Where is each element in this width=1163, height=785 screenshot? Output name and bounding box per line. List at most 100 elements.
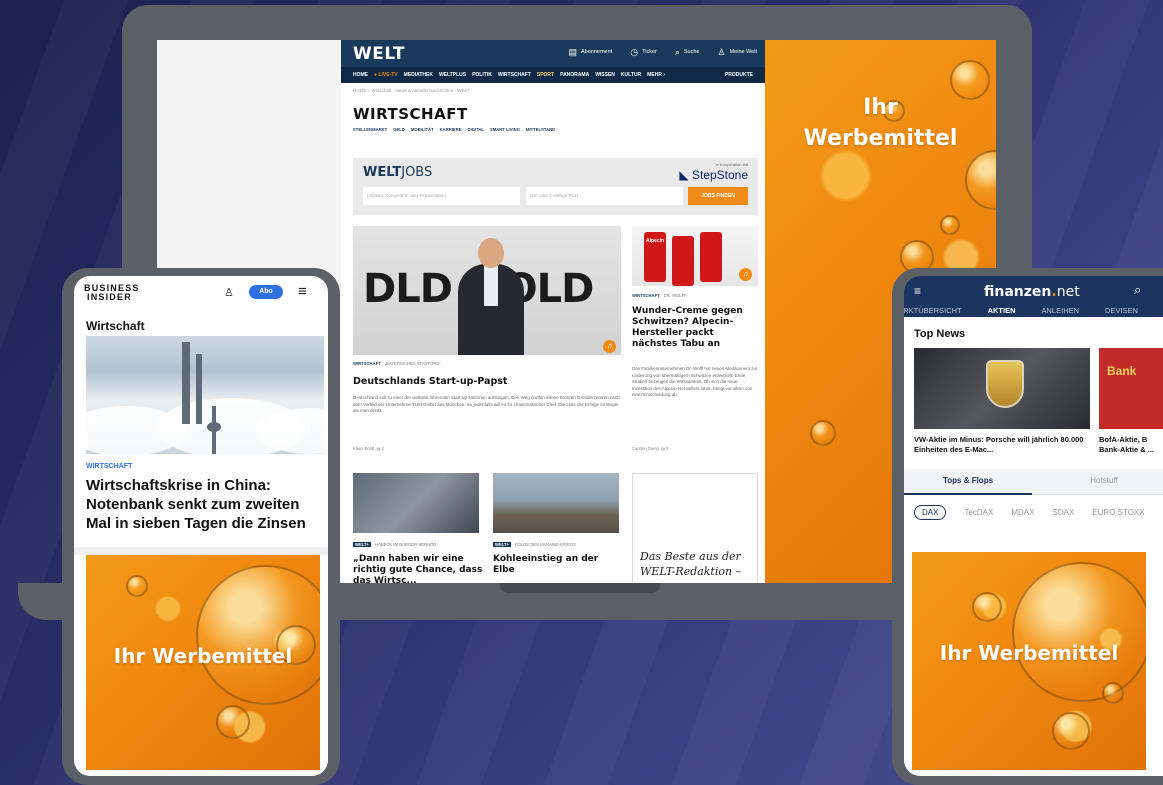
- headphones-icon[interactable]: ♫: [739, 268, 752, 281]
- ad-label-line1: Ihr: [863, 95, 898, 120]
- subnav-smart-living[interactable]: SMART LIVING: [490, 127, 520, 132]
- nav-wirtschaft[interactable]: WIRTSCHAFT: [498, 72, 531, 78]
- nav-kultur[interactable]: KULTUR: [621, 72, 641, 78]
- best-of-box[interactable]: Das Beste aus der WELT-Redaktion –: [632, 473, 758, 583]
- side-article-image[interactable]: Alpecin ♫: [632, 226, 758, 286]
- hamburger-menu-icon[interactable]: ≡: [298, 283, 307, 300]
- side-teaser: Das Familienunternehmen Dr. Wolff hat ne…: [632, 366, 758, 397]
- job-location-input[interactable]: (Ort oder 5-stellige PLZ): [526, 187, 683, 205]
- card1-headline[interactable]: „Dann haben wir eine richtig gute Chance…: [353, 554, 483, 583]
- tab-anleihen[interactable]: ANLEIHEN: [1042, 306, 1080, 322]
- subnav-digital[interactable]: DIGITAL: [468, 127, 484, 132]
- news2-headline[interactable]: BofA-Aktie, B Bank-Aktie & ...: [1099, 435, 1163, 455]
- search-icon: ⌕: [674, 47, 680, 57]
- phone-right-screen: ≡ finanzen.net ⌕ MARKTÜBERSICHT AKTIEN A…: [904, 276, 1163, 776]
- chip-tecdax[interactable]: TecDAX: [964, 508, 993, 517]
- divider: [74, 547, 328, 555]
- subnav-karriere[interactable]: KARRIERE: [440, 127, 462, 132]
- nav-mehr[interactable]: MEHR ›: [647, 72, 665, 78]
- chip-dax[interactable]: DAX: [914, 505, 947, 520]
- chip-euro-stoxx[interactable]: EURO STOXX: [1092, 508, 1144, 517]
- phone-left: BUSINESS INSIDER ♙ Abo ≡ Wirtschaft WIRTS…: [62, 268, 340, 785]
- hero-image[interactable]: DLD OLD ♫: [353, 226, 621, 355]
- nav-sport[interactable]: SPORT: [537, 72, 554, 78]
- topnav-meine-welt[interactable]: ♙ Meine Welt: [717, 47, 758, 57]
- welt-logo[interactable]: WELT: [353, 44, 405, 64]
- business-insider-logo[interactable]: BUSINESS INSIDER: [84, 284, 140, 302]
- bubble-decoration: [1102, 682, 1124, 704]
- phone-right: ≡ finanzen.net ⌕ MARKTÜBERSICHT AKTIEN A…: [892, 268, 1163, 785]
- topnav-abonnement[interactable]: ▤ Abonnement: [568, 47, 612, 57]
- news1-headline[interactable]: VW-Aktie im Minus: Porsche will jährlich…: [914, 435, 1090, 455]
- nav-politik[interactable]: POLITIK: [472, 72, 492, 78]
- abo-button[interactable]: Abo: [249, 285, 283, 299]
- welt-header: WELT ▤ Abonnement ◷ Ticker ⌕ Suche ♙ Meine W…: [341, 40, 765, 67]
- card2-headline[interactable]: Kohleeinstieg an der Elbe: [493, 554, 619, 576]
- user-icon[interactable]: ♙: [224, 286, 234, 299]
- welt-website: WELT ▤ Abonnement ◷ Ticker ⌕ Suche ♙ Meine W…: [341, 40, 765, 583]
- ad-label-line2: Werbemittel: [803, 126, 958, 151]
- laptop-notch: [500, 583, 660, 593]
- nav-panorama[interactable]: PANORAMA: [560, 72, 589, 78]
- bi-logo-line2: INSIDER: [87, 292, 132, 302]
- welt-jobs-logo: WELTJOBS: [363, 165, 433, 180]
- news1-image[interactable]: [914, 348, 1090, 429]
- card2-image[interactable]: [493, 473, 619, 533]
- welt-main-nav: HOME ● LIVE-TV MEDIATHEK WELTPLUS POLITI…: [341, 67, 765, 83]
- side-headline[interactable]: Wunder-Creme gegen Schwitzen? Alpecin-He…: [632, 306, 758, 350]
- porsche-crest-icon: [986, 360, 1024, 408]
- job-title-input[interactable]: (Jobtitel, Kompetenz oder Firmenname): [363, 187, 520, 205]
- tab-tops-flops[interactable]: Tops & Flops: [904, 469, 1032, 495]
- ad-banner-right-phone[interactable]: Ihr Werbemittel: [912, 552, 1146, 770]
- skyscraper-shape: [196, 354, 202, 424]
- tops-flops-tabs: Tops & Flops Hotstuff: [904, 469, 1163, 495]
- tv-tower-sphere: [207, 422, 221, 432]
- nav-produkte[interactable]: PRODUKTE: [725, 72, 753, 78]
- nav-live-tv[interactable]: ● LIVE-TV: [374, 72, 398, 78]
- topnav-suche[interactable]: ⌕ Suche: [674, 47, 700, 57]
- cooperation-label: In Kooperation mit: [715, 162, 748, 167]
- subnav-geld[interactable]: GELD: [393, 127, 405, 132]
- card1-image[interactable]: [353, 473, 479, 533]
- ad-banner-left-phone[interactable]: Ihr Werbemittel: [86, 555, 320, 770]
- product-can: [672, 236, 694, 286]
- nav-wissen[interactable]: WISSEN: [595, 72, 615, 78]
- headphones-icon[interactable]: ♫: [603, 340, 616, 353]
- bubble-decoration: [1052, 712, 1090, 750]
- article-image[interactable]: [86, 336, 324, 454]
- search-icon[interactable]: ⌕: [1134, 282, 1141, 298]
- user-icon: ♙: [717, 47, 726, 57]
- nav-weltplus[interactable]: WELTPLUS: [439, 72, 466, 78]
- news2-image[interactable]: Bank: [1099, 348, 1163, 429]
- breadcrumb[interactable]: HOME » Wirtschaft - News & Aktuelle Nach…: [341, 83, 765, 98]
- product-can: [700, 232, 722, 282]
- chip-mdax[interactable]: MDAX: [1011, 508, 1034, 517]
- card2-kicker: WELT+ FOLGE DES UKRAINE-KRIEGS: [493, 542, 576, 547]
- document-icon: ▤: [568, 47, 577, 57]
- bubble-decoration: [940, 215, 960, 235]
- article-headline[interactable]: Wirtschaftskrise in China: Notenbank sen…: [86, 476, 322, 533]
- comment-icon: ▤: [661, 446, 666, 451]
- jobs-search-button[interactable]: JOBS FINDEN: [688, 187, 748, 205]
- top-news-title: Top News: [914, 328, 966, 340]
- speaker-figure: [458, 238, 524, 355]
- hero-headline[interactable]: Deutschlands Start-up-Papst: [353, 376, 507, 387]
- tab-hotstuff[interactable]: Hotstuff: [1054, 469, 1154, 495]
- hamburger-menu-icon[interactable]: ≡: [914, 284, 921, 298]
- article-kicker: WIRTSCHAFT: [86, 463, 133, 470]
- subnav-mobilitaet[interactable]: MOBILITÄT: [411, 127, 434, 132]
- subnav-mittelstand[interactable]: MITTELSTAND: [526, 127, 555, 132]
- nav-home[interactable]: HOME: [353, 72, 368, 78]
- tab-devisen[interactable]: DEVISEN: [1105, 306, 1138, 322]
- chip-sdax[interactable]: SDAX: [1052, 508, 1074, 517]
- welt-top-nav: ▤ Abonnement ◷ Ticker ⌕ Suche ♙ Meine Welt: [568, 47, 758, 57]
- card1-kicker: WELT+ HABECK IM BÜRGER-VERHÖR: [353, 542, 437, 547]
- subnav-stellenmarkt[interactable]: STELLENMARKT: [353, 127, 387, 132]
- section-subnav: STELLENMARKT GELD MOBILITÄT KARRIERE DIG…: [341, 123, 765, 136]
- finanzen-logo[interactable]: finanzen.net: [984, 284, 1080, 300]
- tab-marktuebersicht[interactable]: MARKTÜBERSICHT: [904, 306, 962, 322]
- jobs-widget: WELTJOBS In Kooperation mit ◣ StepStone …: [353, 158, 758, 215]
- tab-aktien[interactable]: AKTIEN: [987, 306, 1016, 322]
- nav-mediathek[interactable]: MEDIATHEK: [404, 72, 433, 78]
- topnav-ticker[interactable]: ◷ Ticker: [630, 48, 657, 57]
